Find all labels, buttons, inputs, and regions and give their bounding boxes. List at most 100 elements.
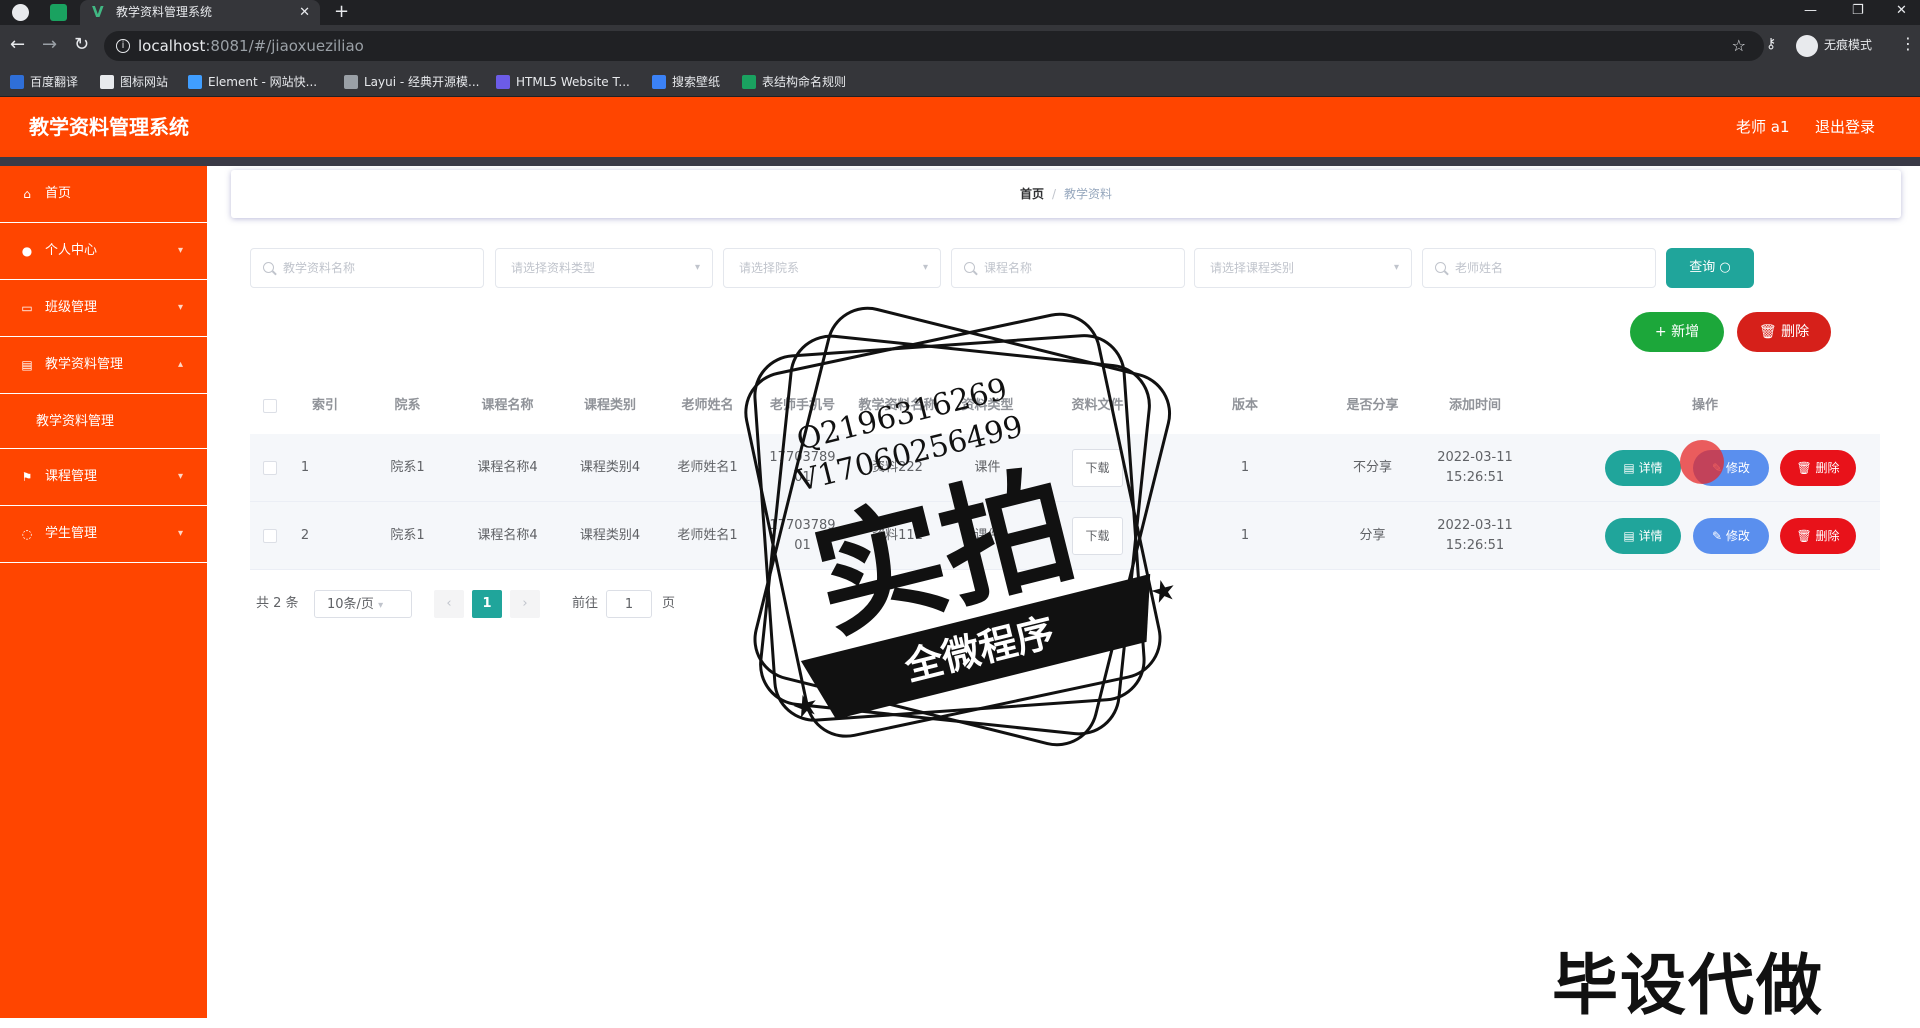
- class-icon: ▭: [21, 301, 33, 315]
- cell-index: 2: [300, 527, 310, 543]
- cell-index: 1: [300, 459, 310, 475]
- pinned-tab-icon[interactable]: [50, 4, 67, 21]
- bookmark-star-icon[interactable]: ☆: [1732, 31, 1746, 61]
- restore-icon[interactable]: ❐: [1852, 0, 1864, 22]
- sidebar-item-profile[interactable]: ● 个人中心 ▾: [0, 223, 207, 280]
- chevron-down-icon: ▾: [922, 262, 928, 273]
- page-suffix: 页: [662, 596, 676, 611]
- cell-type: 课件: [974, 527, 1001, 543]
- edit-button[interactable]: ✎ 修改: [1693, 518, 1769, 554]
- delete-button[interactable]: 🗑 删除: [1780, 518, 1856, 554]
- logout-link[interactable]: 退出登录: [1815, 97, 1875, 157]
- pagination-total: 共 2 条: [256, 596, 299, 611]
- page-number[interactable]: 1: [472, 590, 502, 618]
- layui-icon: [344, 74, 358, 89]
- header-phone: 老师手机号: [769, 398, 835, 413]
- chevron-down-icon: ▾: [177, 245, 183, 256]
- header-index: 索引: [311, 398, 338, 413]
- bookmark-item[interactable]: 表结构命名规则: [742, 67, 846, 97]
- sheet-icon: [742, 74, 756, 89]
- query-button[interactable]: 查询 ○: [1666, 248, 1754, 288]
- url-input[interactable]: i localhost:8081/#/jiaoxueziliao ☆: [104, 31, 1764, 61]
- header-version: 版本: [1231, 398, 1258, 413]
- bookmark-item[interactable]: 图标网站: [100, 67, 168, 97]
- row-checkbox[interactable]: [250, 434, 290, 501]
- cell-material: 资料222: [872, 459, 923, 475]
- url-path: :8081/#/jiaoxueziliao: [205, 37, 364, 55]
- teacher-name-input[interactable]: 老师姓名: [1422, 248, 1656, 288]
- sidebar-item-material[interactable]: ▤ 教学资料管理 ▴: [0, 337, 207, 394]
- material-name-input[interactable]: 教学资料名称: [250, 248, 484, 288]
- sidebar-item-course[interactable]: ⚑ 课程管理 ▾: [0, 449, 207, 506]
- breadcrumb-home[interactable]: 首页: [1020, 187, 1044, 201]
- reload-icon[interactable]: ↻: [74, 35, 89, 55]
- chevron-down-icon: ▾: [177, 471, 183, 482]
- prev-page-icon[interactable]: ‹: [434, 590, 464, 618]
- row-checkbox[interactable]: [250, 502, 290, 569]
- vue-logo-icon: V: [92, 3, 104, 21]
- app-title: 教学资料管理系统: [29, 115, 189, 139]
- college-select[interactable]: 请选择院系 ▾: [723, 248, 941, 288]
- material-type-select[interactable]: 请选择资料类型 ▾: [495, 248, 713, 288]
- new-tab-icon[interactable]: +: [334, 0, 349, 24]
- cell-category: 课程类别4: [579, 527, 641, 543]
- tab-close-icon[interactable]: ✕: [299, 0, 310, 25]
- watermark-banner: 全微程序: [899, 610, 1058, 690]
- breadcrumb-separator: /: [1051, 187, 1057, 201]
- user-icon: ●: [21, 244, 33, 258]
- sidebar-item-class[interactable]: ▭ 班级管理 ▾: [0, 280, 207, 337]
- minimize-icon[interactable]: —: [1804, 0, 1817, 22]
- browser-addressbar: ← → ↻ i localhost:8081/#/jiaoxueziliao ☆: [0, 25, 1920, 67]
- chrome-menu-icon[interactable]: [12, 4, 29, 21]
- header-course: 课程名称: [481, 398, 534, 413]
- header-operation: 操作: [1691, 398, 1718, 413]
- search-icon: [964, 262, 975, 273]
- bookmark-item[interactable]: 百度翻译: [10, 67, 78, 97]
- window-close-icon[interactable]: ✕: [1896, 0, 1907, 22]
- cell-phone: 17703789 01: [769, 517, 836, 553]
- bookmark-item[interactable]: 搜索壁纸: [652, 67, 720, 97]
- bookmark-item[interactable]: Element - 网站快...: [188, 67, 317, 97]
- next-page-icon[interactable]: ›: [510, 590, 540, 618]
- chevron-down-icon: ▾: [694, 262, 700, 273]
- sidebar-item-student[interactable]: ◌ 学生管理 ▾: [0, 506, 207, 563]
- bookmark-item[interactable]: HTML5 Website T...: [496, 67, 630, 97]
- student-icon: ◌: [21, 527, 33, 541]
- forward-icon[interactable]: →: [42, 35, 57, 55]
- app-header: 教学资料管理系统 老师 a1 退出登录: [0, 97, 1920, 157]
- page-size-select[interactable]: 10条/页 ▾: [314, 590, 412, 618]
- course-name-input[interactable]: 课程名称: [951, 248, 1185, 288]
- cell-college: 院系1: [390, 527, 425, 543]
- select-all-checkbox[interactable]: [250, 378, 290, 434]
- batch-delete-button[interactable]: 🗑 删除: [1737, 312, 1831, 352]
- cell-version: 1: [1240, 459, 1250, 475]
- course-type-select[interactable]: 请选择课程类别 ▾: [1194, 248, 1412, 288]
- key-icon[interactable]: ⚷: [1766, 36, 1776, 52]
- browser-tab[interactable]: V 教学资料管理系统 ✕: [80, 0, 320, 25]
- table-row: 2 院系1 课程名称4 课程类别4 老师姓名1 17703789 01 资料111…: [250, 502, 1880, 570]
- cell-version: 1: [1240, 527, 1250, 543]
- tab-title: 教学资料管理系统: [116, 5, 213, 19]
- chevron-up-icon: ▴: [177, 359, 183, 370]
- detail-button[interactable]: ▤ 详情: [1605, 450, 1681, 486]
- more-menu-icon[interactable]: ⋮: [1900, 34, 1916, 53]
- sidebar-subitem-material[interactable]: 教学资料管理: [0, 394, 207, 449]
- goto-page-input[interactable]: 1: [606, 590, 652, 618]
- delete-button[interactable]: 🗑 删除: [1780, 450, 1856, 486]
- info-icon[interactable]: i: [116, 39, 130, 53]
- home-icon: ⌂: [23, 187, 31, 201]
- download-button[interactable]: 下载: [1072, 448, 1123, 487]
- cell-phone: 17703789 01: [769, 449, 836, 485]
- goto-label: 前往: [572, 596, 599, 611]
- bookmark-item[interactable]: Layui - 经典开源模...: [344, 67, 479, 97]
- detail-button[interactable]: ▤ 详情: [1605, 518, 1681, 554]
- back-icon[interactable]: ←: [10, 35, 25, 55]
- add-button[interactable]: + 新增: [1630, 312, 1724, 352]
- incognito-indicator[interactable]: 无痕模式: [1796, 32, 1872, 58]
- current-user: 老师 a1: [1736, 118, 1790, 136]
- sidebar-item-home[interactable]: ⌂ 首页: [0, 166, 207, 223]
- download-button[interactable]: 下载: [1072, 516, 1123, 555]
- element-icon: [188, 74, 202, 89]
- search-icon: [263, 262, 274, 273]
- header-divider: [0, 157, 1920, 166]
